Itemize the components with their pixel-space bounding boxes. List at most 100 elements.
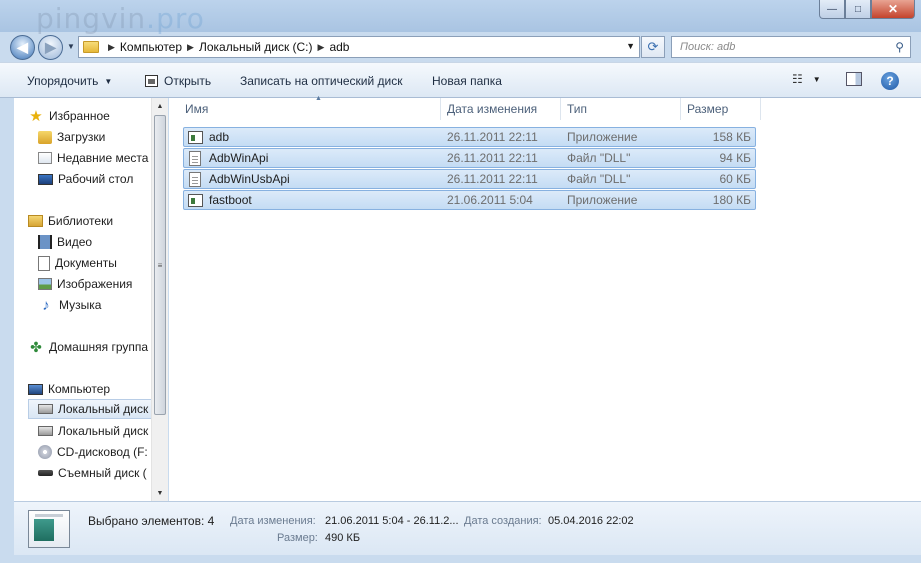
chevron-right-icon[interactable]: ▶ [318,42,325,53]
column-header-date[interactable]: Дата изменения [441,98,561,120]
open-button[interactable]: Открыть [145,74,211,88]
watermark: pingvin.pro [36,2,205,35]
table-row[interactable]: adb 26.11.2011 22:11 Приложение 158 КБ [183,127,756,147]
table-row[interactable]: AdbWinApi 26.11.2011 22:11 Файл "DLL" 94… [183,148,756,168]
file-name: adb [209,130,230,144]
file-size: 180 КБ [712,193,751,207]
column-label: Тип [567,102,588,116]
sidebar-item-local-disk-c[interactable]: Локальный диск [28,399,164,419]
preview-pane-button[interactable] [846,72,862,86]
dll-icon [189,171,201,187]
sidebar-item-desktop[interactable]: Рабочий стол [38,169,133,189]
sidebar-favorites[interactable]: ★ Избранное [28,106,110,126]
minimize-button[interactable]: — [819,0,845,19]
computer-icon [28,383,43,395]
sidebar-item-music[interactable]: ♪ Музыка [38,295,101,315]
removable-disk-icon [38,470,53,476]
table-row[interactable]: fastboot 21.06.2011 5:04 Приложение 180 … [183,190,756,210]
sidebar-label: Загрузки [57,130,106,144]
size-label: Размер: [277,532,318,544]
view-options-button[interactable]: ☷ ▼ [792,72,821,86]
maximize-button[interactable]: □ [845,0,871,19]
column-label: Размер [687,102,729,116]
open-icon [145,75,158,87]
sidebar-item-cd-drive[interactable]: CD-дисковод (F: [38,442,148,462]
breadcrumb-computer[interactable]: Компьютер [120,40,182,54]
created-value: 05.04.2016 22:02 [548,515,634,527]
file-date: 21.06.2011 5:04 [447,193,533,207]
file-size: 94 КБ [719,151,751,165]
chevron-down-icon: ▼ [104,76,113,86]
music-icon: ♪ [42,296,50,314]
sidebar-item-downloads[interactable]: Загрузки [38,127,105,147]
new-folder-button[interactable]: Новая папка [432,74,502,88]
refresh-icon: ⟳ [647,39,659,54]
back-button[interactable]: ◀ [10,35,35,60]
sidebar-label: Документы [55,256,117,270]
search-icon[interactable]: ⚲ [895,40,904,54]
burn-disc-button[interactable]: Записать на оптический диск [240,74,403,88]
refresh-button[interactable]: ⟳ [641,36,665,58]
sidebar-label: Компьютер [48,382,111,396]
sidebar-label: Домашняя группа [49,340,149,354]
drive-icon [38,426,53,436]
history-dropdown[interactable]: ▼ [67,42,75,51]
search-placeholder: Поиск: adb [680,41,736,53]
sidebar-item-removable-disk[interactable]: Съемный диск ( [38,463,147,483]
navigation-scrollbar[interactable]: ▲ ≡ ▼ [151,98,168,501]
scroll-down-icon[interactable]: ▼ [152,485,168,501]
breadcrumb-adb[interactable]: adb [329,40,349,54]
sidebar-label: CD-дисковод (F: [57,445,148,459]
sidebar-item-documents[interactable]: Документы [38,253,117,273]
libraries-icon [28,215,43,227]
sidebar-item-images[interactable]: Изображения [38,274,132,294]
organize-button[interactable]: Упорядочить ▼ [27,74,112,88]
video-icon [38,235,52,249]
sidebar-label: Недавние места [57,151,149,165]
file-size: 158 КБ [712,130,751,144]
navigation-pane: ★ Избранное Загрузки Недавние места Рабоч… [14,98,167,501]
file-name: fastboot [209,193,252,207]
homegroup-icon: ✤ [30,338,42,355]
column-header-size[interactable]: Размер [681,98,761,120]
help-icon: ? [881,72,899,90]
sidebar-label: Видео [57,235,93,249]
file-name: AdbWinUsbApi [209,172,290,186]
sidebar-libraries[interactable]: Библиотеки [28,211,113,231]
column-label: Имя [185,102,209,116]
scrollbar-thumb[interactable]: ≡ [154,115,166,415]
scroll-up-icon[interactable]: ▲ [152,98,168,114]
downloads-icon [38,130,52,144]
chevron-right-icon[interactable]: ▶ [187,42,194,53]
forward-button[interactable]: ▶ [38,35,63,60]
cd-drive-icon [38,445,52,459]
sidebar-item-video[interactable]: Видео [38,232,92,252]
address-bar[interactable]: ▶ Компьютер ▶ Локальный диск (C:) ▶ adb … [78,36,640,58]
close-button[interactable]: ✕ [871,0,915,19]
sidebar-item-local-disk-d[interactable]: Локальный диск [38,421,148,441]
sidebar-homegroup[interactable]: ✤ Домашняя группа [28,337,148,357]
burn-disc-label: Записать на оптический диск [240,74,403,88]
command-bar: Упорядочить ▼ Открыть Записать на оптичес… [0,62,921,98]
details-pane: Выбрано элементов: 4 Дата изменения: 21.… [14,501,921,555]
created-label: Дата создания: [464,515,542,527]
search-input[interactable]: Поиск: adb ⚲ [671,36,911,58]
table-row[interactable]: AdbWinUsbApi 26.11.2011 22:11 Файл "DLL"… [183,169,756,189]
sidebar-computer[interactable]: Компьютер [28,379,110,399]
open-label: Открыть [164,74,212,88]
sidebar-label: Изображения [57,277,133,291]
column-header-type[interactable]: Тип [561,98,681,120]
breadcrumb-drive-c[interactable]: Локальный диск (C:) [199,40,313,54]
column-label: Дата изменения [447,102,538,116]
chevron-right-icon[interactable]: ▶ [108,42,115,53]
file-type: Приложение [567,193,638,207]
file-type: Приложение [567,130,638,144]
sidebar-item-recent[interactable]: Недавние места [38,148,148,168]
chevron-down-icon[interactable]: ▼ [626,41,635,51]
column-header-name[interactable]: Имя ▲ [179,95,441,120]
organize-label: Упорядочить [27,74,99,88]
file-list: Имя ▲ Дата изменения Тип Размер adb 26.1… [169,95,921,501]
help-button[interactable]: ? [881,72,899,90]
title-bar: pingvin.pro — □ ✕ [0,0,921,35]
navigation-row: ◀ ▶ ▼ ▶ Компьютер ▶ Локальный диск (C:) … [0,32,921,62]
